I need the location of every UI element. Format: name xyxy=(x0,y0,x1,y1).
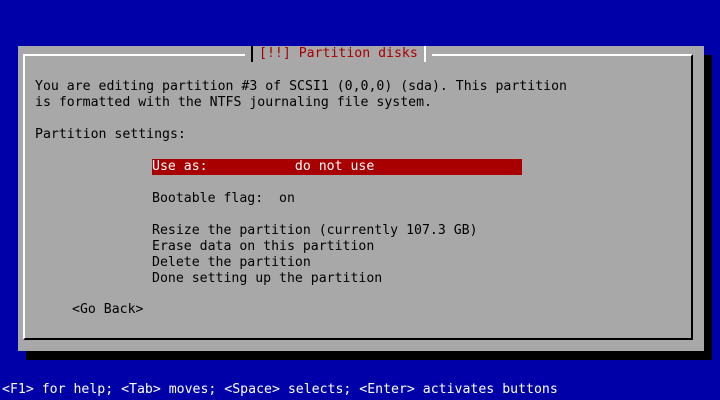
status-bar-help: <F1> for help; <Tab> moves; <Space> sele… xyxy=(2,382,558,397)
dialog-title-bar: [!!] Partition disks xyxy=(245,46,432,62)
title-right-divider xyxy=(423,46,426,62)
dialog-title: [!!] Partition disks xyxy=(259,46,418,61)
menu-item-bootable-flag[interactable]: Bootable flag: on xyxy=(152,191,522,207)
menu-item-resize[interactable]: Resize the partition (currently 107.3 GB… xyxy=(152,223,522,239)
menu-item-done[interactable]: Done setting up the partition xyxy=(152,271,522,287)
description-line-2: is formatted with the NTFS journaling fi… xyxy=(35,95,432,110)
partition-dialog: [!!] Partition disks You are editing par… xyxy=(18,46,704,351)
go-back-button[interactable]: <Go Back> xyxy=(72,302,143,318)
partition-settings-label: Partition settings: xyxy=(35,127,186,142)
menu-item-delete[interactable]: Delete the partition xyxy=(152,255,522,271)
menu-item-erase[interactable]: Erase data on this partition xyxy=(152,239,522,255)
menu-item-use-as[interactable]: Use as: do not use xyxy=(152,159,522,175)
description-line-1: You are editing partition #3 of SCSI1 (0… xyxy=(35,79,567,94)
